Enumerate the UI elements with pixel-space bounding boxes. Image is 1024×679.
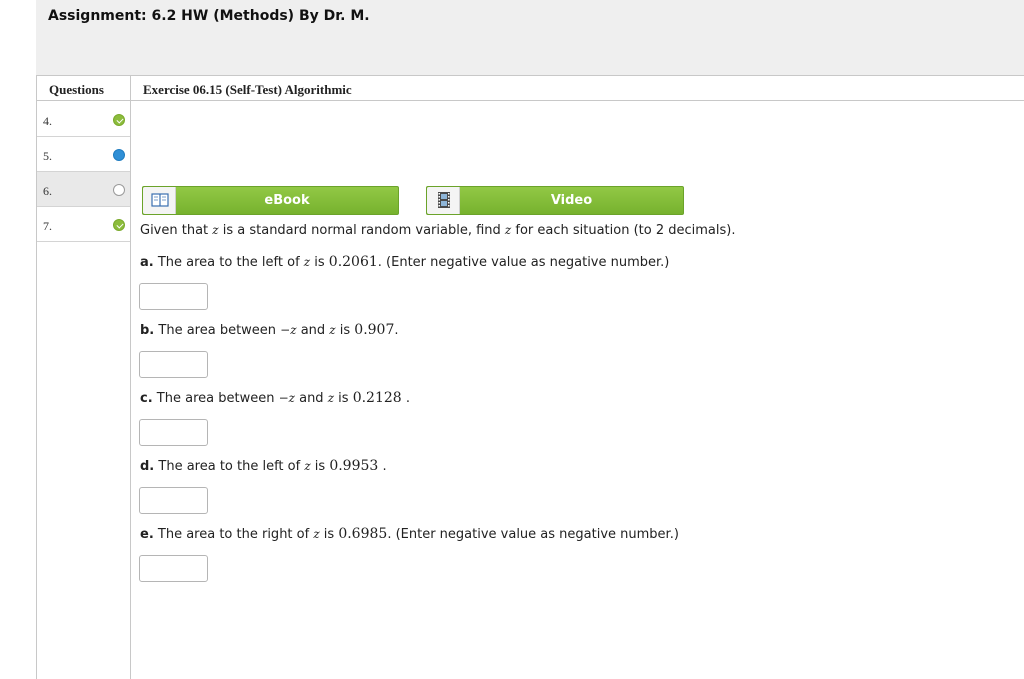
video-label: Video <box>550 193 593 208</box>
questions-header-label: Questions <box>49 82 104 97</box>
ebook-button[interactable]: eBook <box>142 186 399 215</box>
check-icon <box>113 114 125 126</box>
question-item-6[interactable]: 6. <box>37 172 130 207</box>
video-button[interactable]: Video <box>426 186 684 215</box>
part-c-text: c. The area between −z and z is 0.2128 . <box>140 390 410 406</box>
answer-d-input[interactable] <box>139 487 208 514</box>
answer-a-input[interactable] <box>139 283 208 310</box>
part-b-text: b. The area between −z and z is 0.907. <box>140 322 399 338</box>
question-number: 5. <box>43 149 52 163</box>
question-number: 4. <box>43 114 52 128</box>
current-icon <box>113 149 125 161</box>
question-item-4[interactable]: 4. <box>37 102 130 137</box>
answer-b-input[interactable] <box>139 351 208 378</box>
question-number: 7. <box>43 219 52 233</box>
question-item-7[interactable]: 7. <box>37 207 130 242</box>
answer-e-input[interactable] <box>139 555 208 582</box>
answer-c-input[interactable] <box>139 419 208 446</box>
book-icon <box>143 187 176 214</box>
ebook-label: eBook <box>264 193 310 208</box>
check-icon <box>113 219 125 231</box>
left-margin <box>0 0 36 679</box>
exercise-header: Exercise 06.15 (Self-Test) Algorithmic <box>131 75 1024 101</box>
part-d-text: d. The area to the left of z is 0.9953 . <box>140 458 387 474</box>
part-a-text: a. The area to the left of z is 0.2061. … <box>140 254 670 270</box>
question-number: 6. <box>43 184 52 198</box>
exercise-title: Exercise 06.15 (Self-Test) Algorithmic <box>143 82 352 97</box>
question-prompt: Given that z is a standard normal random… <box>140 223 736 238</box>
unanswered-icon <box>113 184 125 196</box>
questions-header: Questions <box>36 75 131 101</box>
question-item-5[interactable]: 5. <box>37 137 130 172</box>
part-e-text: e. The area to the right of z is 0.6985.… <box>140 526 679 542</box>
assignment-title: Assignment: 6.2 HW (Methods) By Dr. M. <box>48 8 370 24</box>
film-icon <box>427 187 460 214</box>
